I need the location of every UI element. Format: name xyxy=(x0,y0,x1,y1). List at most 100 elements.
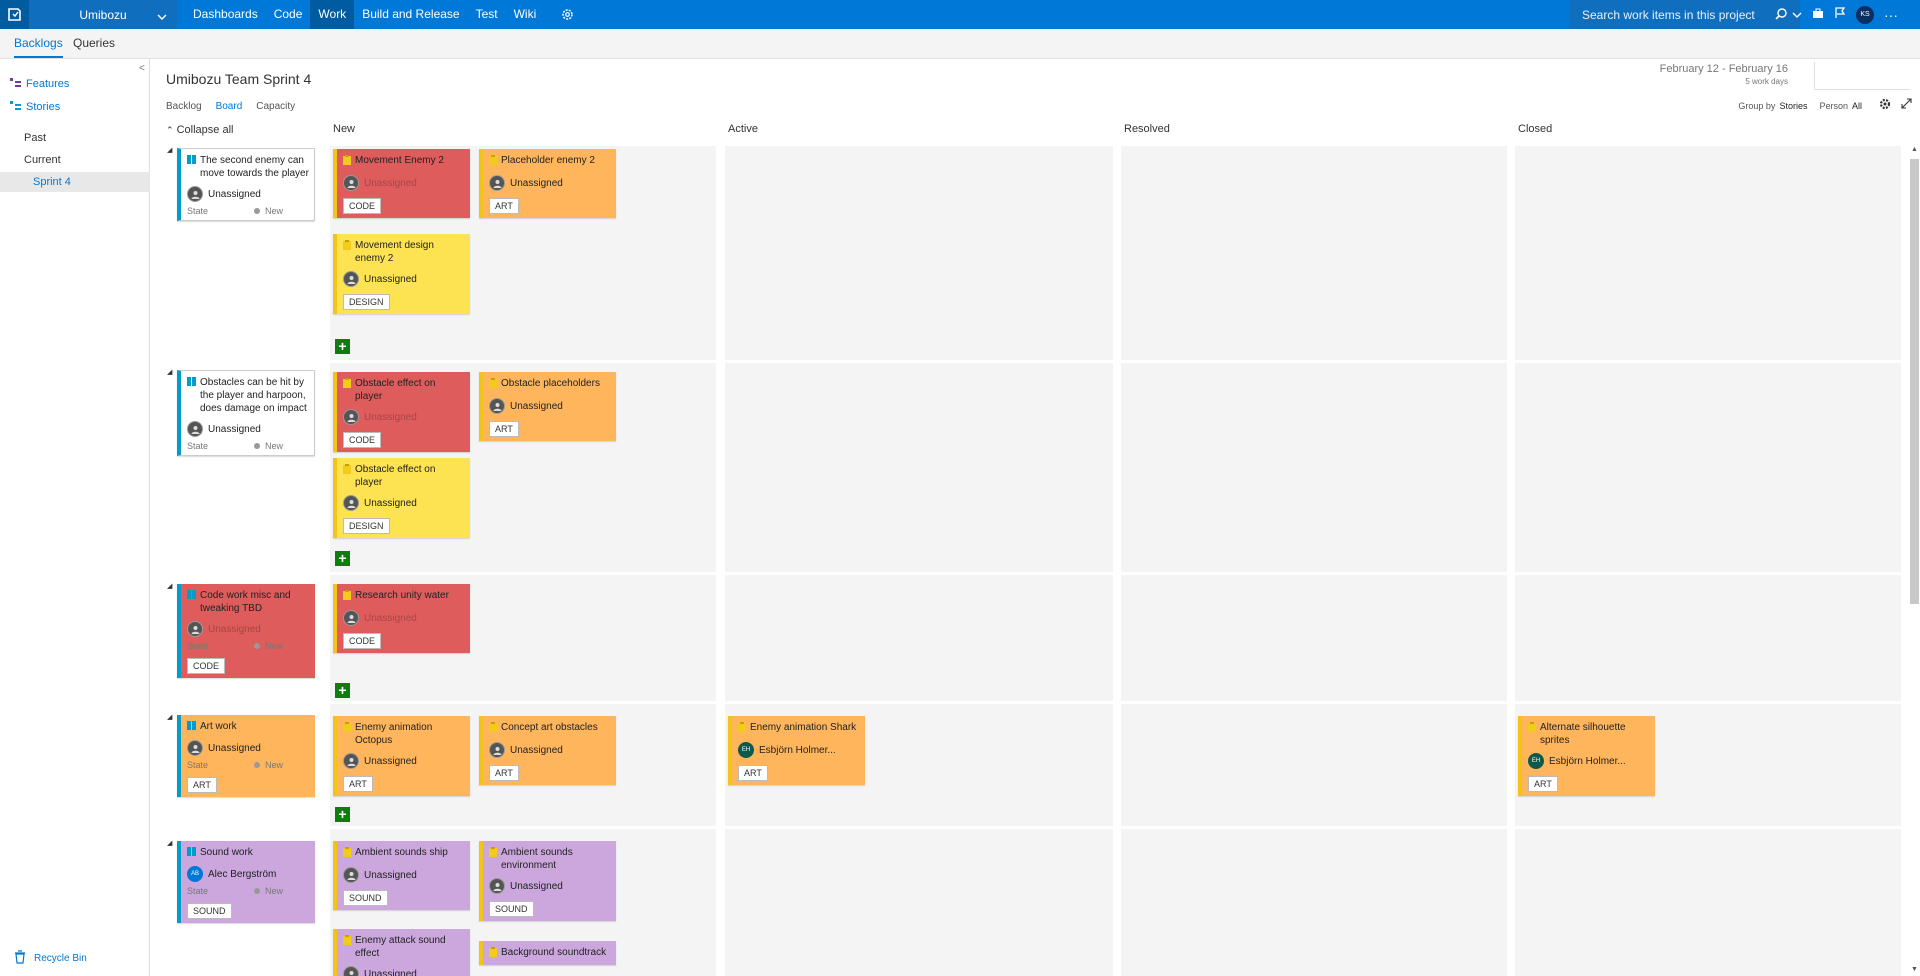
card-assigned-to[interactable]: Unassigned xyxy=(489,175,611,191)
card-tag[interactable]: DESIGN xyxy=(343,518,390,534)
card-title[interactable]: Sound work xyxy=(200,846,253,860)
task-card[interactable]: Concept art obstacles Unassigned ART xyxy=(479,716,616,785)
task-card[interactable]: Ambient sounds ship Unassigned SOUND xyxy=(333,841,470,910)
project-selector[interactable]: Umibozu xyxy=(29,0,177,29)
task-card[interactable]: Ambient sounds environment Unassigned SOUN… xyxy=(479,841,616,921)
person-value[interactable]: All xyxy=(1852,101,1862,111)
card-tag[interactable]: ART xyxy=(489,421,519,437)
user-story-card[interactable]: Art work Unassigned State New ART xyxy=(177,715,315,797)
card-tag[interactable]: ART xyxy=(343,776,373,792)
card-title[interactable]: Ambient sounds environment xyxy=(501,846,611,872)
card-title[interactable]: Background soundtrack xyxy=(501,946,606,961)
search-dropdown-chevron-icon[interactable] xyxy=(1792,8,1802,22)
card-tag[interactable]: DESIGN xyxy=(343,294,390,310)
task-card[interactable]: Placeholder enemy 2 Unassigned ART xyxy=(479,149,616,218)
card-assigned-to[interactable]: EH Esbjörn Holmer... xyxy=(738,742,860,758)
card-tag[interactable]: CODE xyxy=(343,633,382,649)
card-tag[interactable]: CODE xyxy=(343,198,382,214)
card-title[interactable]: Code work misc and tweaking TBD xyxy=(200,589,310,615)
state-value[interactable]: New xyxy=(265,886,283,896)
task-card[interactable]: Alternate silhouette sprites EH Esbjörn Ho… xyxy=(1518,716,1655,796)
user-avatar[interactable]: KS xyxy=(1856,5,1874,24)
card-title[interactable]: Movement Enemy 2 xyxy=(355,154,444,169)
collapse-all-button[interactable]: ⌃ Collapse all xyxy=(166,124,233,136)
nav-code[interactable]: Code xyxy=(266,0,311,29)
row-collapse-triangle-icon[interactable]: ◢ xyxy=(167,146,172,154)
card-title[interactable]: Placeholder enemy 2 xyxy=(501,154,595,169)
state-value[interactable]: New xyxy=(265,760,283,770)
card-assigned-to[interactable]: Unassigned xyxy=(489,878,611,894)
user-story-card[interactable]: The second enemy can move towards the pl… xyxy=(177,148,315,221)
card-assigned-to[interactable]: Unassigned xyxy=(187,421,309,437)
feedback-flag-icon[interactable] xyxy=(1834,7,1846,22)
state-value[interactable]: New xyxy=(265,441,283,451)
card-title[interactable]: Alternate silhouette sprites xyxy=(1540,721,1650,747)
card-assigned-to[interactable]: Unassigned xyxy=(489,742,611,758)
task-card[interactable]: Obstacle effect on player Unassigned CODE xyxy=(333,372,470,452)
card-assigned-to[interactable]: Unassigned xyxy=(343,610,465,626)
card-assigned-to[interactable]: Unassigned xyxy=(187,621,310,637)
iteration-sprint-4[interactable]: Sprint 4 xyxy=(33,176,71,188)
card-title[interactable]: Movement design enemy 2 xyxy=(355,239,465,265)
pivot-backlog[interactable]: Backlog xyxy=(166,101,202,112)
iteration-current[interactable]: Current xyxy=(24,154,61,166)
pivot-board[interactable]: Board xyxy=(216,101,243,112)
card-tag[interactable]: ART xyxy=(187,777,217,793)
user-story-card[interactable]: Code work misc and tweaking TBD Unassigne… xyxy=(177,584,315,678)
card-tag[interactable]: CODE xyxy=(343,432,382,448)
card-assigned-to[interactable]: AB Alec Bergström xyxy=(187,866,310,882)
card-assigned-to[interactable]: Unassigned xyxy=(343,271,465,287)
board-settings-gear-icon[interactable] xyxy=(1879,98,1891,113)
backlog-level-features[interactable]: Features xyxy=(10,78,69,90)
card-assigned-to[interactable]: Unassigned xyxy=(343,966,465,976)
task-card[interactable]: Obstacle placeholders Unassigned ART xyxy=(479,372,616,441)
nav-work[interactable]: Work xyxy=(310,0,355,29)
row-collapse-triangle-icon[interactable]: ◢ xyxy=(167,368,172,376)
iteration-past[interactable]: Past xyxy=(24,132,46,144)
task-card[interactable]: Enemy attack sound effect Unassigned xyxy=(333,929,470,976)
card-title[interactable]: Obstacle effect on player xyxy=(355,377,465,403)
task-card[interactable]: Background soundtrack xyxy=(479,941,616,965)
card-assigned-to[interactable]: Unassigned xyxy=(343,867,465,883)
group-by-value[interactable]: Stories xyxy=(1779,101,1807,111)
add-task-button[interactable]: + xyxy=(335,551,350,566)
state-value[interactable]: New xyxy=(265,206,283,216)
card-assigned-to[interactable]: Unassigned xyxy=(343,175,465,191)
card-title[interactable]: Art work xyxy=(200,720,237,734)
card-tag[interactable]: ART xyxy=(738,765,768,781)
card-title[interactable]: Obstacles can be hit by the player and h… xyxy=(200,376,309,415)
card-title[interactable]: Obstacle effect on player xyxy=(355,463,465,489)
card-title[interactable]: Enemy animation Octopus xyxy=(355,721,465,747)
recycle-bin-link[interactable]: Recycle Bin xyxy=(14,950,87,967)
collapse-panel-chevron-icon[interactable]: < xyxy=(139,63,145,74)
backlog-level-stories[interactable]: Stories xyxy=(10,101,60,113)
card-title[interactable]: Research unity water xyxy=(355,589,449,604)
card-assigned-to[interactable]: Unassigned xyxy=(489,398,611,414)
card-title[interactable]: Obstacle placeholders xyxy=(501,377,600,392)
row-collapse-triangle-icon[interactable]: ◢ xyxy=(167,713,172,721)
card-assigned-to[interactable]: Unassigned xyxy=(343,495,465,511)
task-card[interactable]: Research unity water Unassigned CODE xyxy=(333,584,470,653)
task-card[interactable]: Movement design enemy 2 Unassigned DESIGN xyxy=(333,234,470,314)
nav-wiki[interactable]: Wiki xyxy=(506,0,545,29)
card-tag[interactable]: ART xyxy=(489,765,519,781)
card-assigned-to[interactable]: EH Esbjörn Holmer... xyxy=(1528,753,1650,769)
row-collapse-triangle-icon[interactable]: ◢ xyxy=(167,582,172,590)
add-task-button[interactable]: + xyxy=(335,339,350,354)
more-options-icon[interactable]: ··· xyxy=(1884,8,1898,22)
pivot-capacity[interactable]: Capacity xyxy=(256,101,295,112)
add-task-button[interactable]: + xyxy=(335,807,350,822)
nav-build-release[interactable]: Build and Release xyxy=(354,0,467,29)
settings-gear-icon[interactable] xyxy=(561,8,574,24)
burndown-mini-chart[interactable] xyxy=(1814,62,1910,90)
task-card[interactable]: Obstacle effect on player Unassigned DESIG… xyxy=(333,458,470,538)
tab-queries[interactable]: Queries xyxy=(73,36,115,50)
user-story-card[interactable]: Sound work AB Alec Bergström State New SOUND xyxy=(177,841,315,923)
nav-dashboards[interactable]: Dashboards xyxy=(185,0,266,29)
task-card[interactable]: Enemy animation Shark EH Esbjörn Holmer...… xyxy=(728,716,865,785)
scroll-up-arrow-icon[interactable]: ▲ xyxy=(1911,146,1918,153)
card-tag[interactable]: SOUND xyxy=(489,901,534,917)
card-tag[interactable]: ART xyxy=(1528,776,1558,792)
add-task-button[interactable]: + xyxy=(335,683,350,698)
card-title[interactable]: Enemy animation Shark xyxy=(750,721,856,736)
